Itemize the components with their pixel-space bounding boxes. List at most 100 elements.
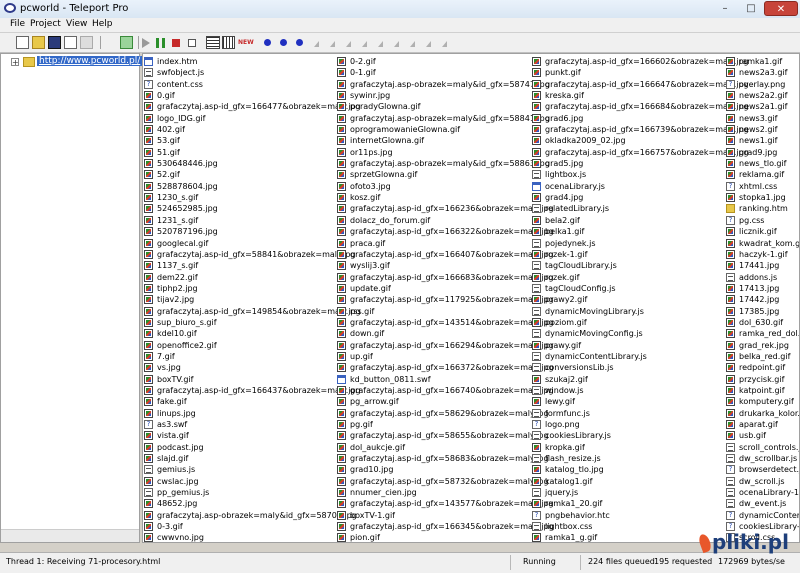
file-item[interactable]: ranking.htm: [726, 203, 799, 214]
file-item[interactable]: kdel10.gif: [144, 328, 339, 339]
project-tree[interactable]: + http://www.pcworld.pl/: [0, 53, 143, 543]
file-item[interactable]: grafaczytaj.asp-id_gfx=58841&obrazek=mal…: [144, 249, 356, 260]
file-item[interactable]: belka1.gif: [532, 226, 727, 237]
filter-icon[interactable]: [442, 41, 447, 47]
file-item[interactable]: news2.gif: [726, 124, 799, 135]
file-item[interactable]: usb.gif: [726, 430, 799, 441]
file-item[interactable]: dynamicMovingLibrary.js: [532, 306, 727, 317]
file-item[interactable]: addons.js: [726, 272, 799, 283]
file-item[interactable]: sprzetGlowna.gif: [337, 169, 532, 180]
file-item[interactable]: boxTV.gif: [144, 374, 339, 385]
file-item[interactable]: grafaczytaj.asp-id_gfx=166372&obrazek=ma…: [337, 362, 554, 373]
file-item[interactable]: aparat.gif: [726, 419, 799, 430]
open-folder-icon[interactable]: [32, 36, 45, 49]
file-item[interactable]: kd_button_0811.swf: [337, 374, 532, 385]
file-item[interactable]: dw_scroll.js: [726, 476, 799, 487]
file-item[interactable]: sywinr.jpg: [337, 90, 532, 101]
file-item[interactable]: or11ps.jpg: [337, 147, 532, 158]
file-item[interactable]: swfobject.js: [144, 67, 339, 78]
file-item[interactable]: komputery.gif: [726, 396, 799, 407]
file-item[interactable]: 52.gif: [144, 169, 339, 180]
grid-view-icon[interactable]: [222, 36, 235, 49]
file-item[interactable]: grafaczytaj.asp-id_gfx=166602&obrazek=ma…: [532, 56, 749, 67]
file-item[interactable]: flash_resize.js: [532, 453, 727, 464]
file-item[interactable]: 17442.jpg: [726, 294, 799, 305]
file-item[interactable]: grafaczytaj.asp-obrazek=maly&id_gfx=5886…: [337, 158, 550, 169]
filter-icon[interactable]: [394, 41, 399, 47]
file-item[interactable]: 17413.jpg: [726, 283, 799, 294]
file-item[interactable]: dol_aukcje.gif: [337, 442, 532, 453]
file-item[interactable]: 0-2.gif: [337, 56, 532, 67]
file-item[interactable]: update.gif: [337, 283, 532, 294]
file-item[interactable]: down.gif: [337, 328, 532, 339]
file-item[interactable]: ? overlay.png: [726, 79, 799, 90]
file-item[interactable]: rozek.gif: [532, 272, 727, 283]
file-item[interactable]: googlecal.gif: [144, 238, 339, 249]
new-badge-icon[interactable]: NEW: [238, 36, 254, 49]
file-item[interactable]: internetGlowna.gif: [337, 135, 532, 146]
dot-1-icon[interactable]: [264, 39, 271, 46]
file-item[interactable]: lightbox.css: [532, 521, 727, 532]
file-item[interactable]: prawy2.gif: [532, 294, 727, 305]
file-item[interactable]: conversionsLib.js: [532, 362, 727, 373]
file-item[interactable]: fake.gif: [144, 396, 339, 407]
file-item[interactable]: grafaczytaj.asp-obrazek=maly&id_gfx=5870…: [144, 510, 357, 521]
file-item[interactable]: 17441.jpg: [726, 260, 799, 271]
file-item[interactable]: ? dynamicConter: [726, 510, 799, 521]
file-list[interactable]: index.htm swfobject.js? content.css 0.gif gr…: [142, 53, 800, 543]
file-item[interactable]: poziom.gif: [532, 317, 727, 328]
file-item[interactable]: tagCloudLibrary.js: [532, 260, 727, 271]
save-icon[interactable]: [48, 36, 61, 49]
file-item[interactable]: dw_scrollbar.js: [726, 453, 799, 464]
filter-icon[interactable]: [362, 41, 367, 47]
file-item[interactable]: katalog_tlo.jpg: [532, 464, 727, 475]
file-item[interactable]: kosz.gif: [337, 192, 532, 203]
file-item[interactable]: grad5.jpg: [532, 158, 727, 169]
file-item[interactable]: pojedynek.js: [532, 238, 727, 249]
file-item[interactable]: grafaczytaj.asp-obrazek=maly&id_gfx=5874…: [337, 79, 550, 90]
filter-icon[interactable]: [426, 41, 431, 47]
file-item[interactable]: formfunc.js: [532, 408, 727, 419]
file-item[interactable]: grafaczytaj.asp-id_gfx=166647&obrazek=ma…: [532, 79, 749, 90]
file-item[interactable]: grafaczytaj.asp-obrazek=maly&id_gfx=5884…: [337, 113, 550, 124]
file-item[interactable]: 520787196.jpg: [144, 226, 339, 237]
menu-file[interactable]: File: [10, 19, 25, 29]
file-item[interactable]: relatedLibrary.js: [532, 203, 727, 214]
file-item[interactable]: news1.gif: [726, 135, 799, 146]
file-item[interactable]: jquery.js: [532, 487, 727, 498]
file-item[interactable]: redpoint.gif: [726, 362, 799, 373]
file-item[interactable]: 53.gif: [144, 135, 339, 146]
file-item[interactable]: ofoto3.jpg: [337, 181, 532, 192]
file-item[interactable]: oprogramowanieGlowna.gif: [337, 124, 532, 135]
file-item[interactable]: vista.gif: [144, 430, 339, 441]
file-item[interactable]: rozek-1.gif: [532, 249, 727, 260]
filter-icon[interactable]: [314, 41, 319, 47]
tree-root-url[interactable]: http://www.pcworld.pl/: [37, 56, 143, 66]
file-item[interactable]: news2a1.gif: [726, 101, 799, 112]
file-item[interactable]: ocenaLibrary-1.: [726, 487, 799, 498]
list-view-icon[interactable]: [206, 36, 220, 49]
file-item[interactable]: grafaczytaj.asp-id_gfx=166437&obrazek=ma…: [144, 385, 361, 396]
file-item[interactable]: dolacz_do_forum.gif: [337, 215, 532, 226]
file-item[interactable]: 0-1.gif: [337, 67, 532, 78]
file-item[interactable]: grafaczytaj.asp-id_gfx=58629&obrazek=mal…: [337, 408, 549, 419]
file-item[interactable]: grafaczytaj.asp-id_gfx=149854&obrazek=ma…: [144, 306, 361, 317]
file-item[interactable]: kwadrat_kom.g: [726, 238, 799, 249]
file-item[interactable]: bela2.gif: [532, 215, 727, 226]
file-item[interactable]: 48652.jpg: [144, 498, 339, 509]
file-item[interactable]: dem22.gif: [144, 272, 339, 283]
file-item[interactable]: dynamicMovingConfig.js: [532, 328, 727, 339]
file-item[interactable]: logo_IDG.gif: [144, 113, 339, 124]
file-item[interactable]: 530648446.jpg: [144, 158, 339, 169]
file-item[interactable]: tiphp2.jpg: [144, 283, 339, 294]
file-item[interactable]: grafaczytaj.asp-id_gfx=166683&obrazek=ma…: [337, 272, 554, 283]
file-item[interactable]: tijav2.jpg: [144, 294, 339, 305]
file-item[interactable]: grafaczytaj.asp-id_gfx=166739&obrazek=ma…: [532, 124, 749, 135]
file-item[interactable]: lightbox.js: [532, 169, 727, 180]
file-item[interactable]: grafaczytaj.asp-id_gfx=58655&obrazek=mal…: [337, 430, 549, 441]
file-item[interactable]: prawy.gif: [532, 340, 727, 351]
save-as-icon[interactable]: [64, 36, 77, 49]
file-item[interactable]: tagCloudConfig.js: [532, 283, 727, 294]
file-item[interactable]: 1231_s.gif: [144, 215, 339, 226]
file-item[interactable]: dw_event.js: [726, 498, 799, 509]
